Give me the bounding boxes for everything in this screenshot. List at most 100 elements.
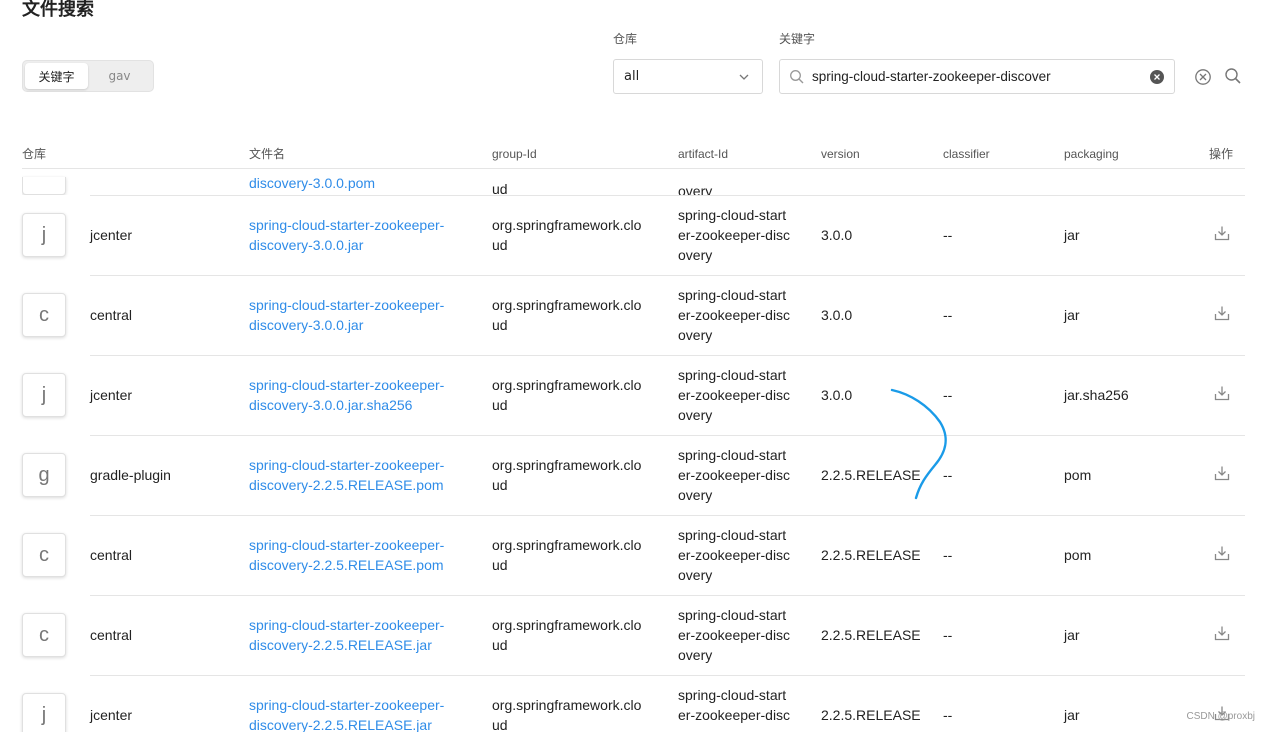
file-link[interactable]: spring-cloud-starter-zookeeper-discovery… bbox=[249, 375, 469, 415]
artifact-id-cell: overy bbox=[678, 182, 713, 195]
results-table: 仓库 文件名 group-Id artifact-Id version clas… bbox=[22, 138, 1245, 732]
download-icon[interactable] bbox=[1213, 304, 1231, 322]
file-name-line: spring-cloud-starter-zookeeper- bbox=[249, 457, 445, 473]
repo-avatar: j bbox=[22, 213, 66, 257]
group-id-cell: org.springframework.clo ud bbox=[492, 595, 678, 676]
version-cell: 2.2.5.RELEASE bbox=[821, 435, 943, 516]
col-header-filename: 文件名 bbox=[249, 138, 492, 169]
mode-gav-button[interactable]: gav bbox=[88, 63, 151, 89]
artifact-id-cell: spring-cloud-start er-zookeeper-disc overy bbox=[678, 435, 821, 516]
packaging-cell: jar bbox=[1064, 275, 1209, 356]
packaging-cell: jar bbox=[1064, 707, 1080, 724]
table-row: c central spring-cloud-starter-zookeeper-d… bbox=[22, 595, 1245, 676]
version-cell: 2.2.5.RELEASE bbox=[821, 515, 943, 596]
group-id-cell: org.springframework.clo ud bbox=[492, 675, 678, 732]
group-id-cell: org.springframework.clo ud bbox=[492, 355, 678, 436]
keyword-label: 关键字 bbox=[779, 32, 816, 46]
artifact-id-cell: spring-cloud-start er-zookeeper-disc overy bbox=[678, 195, 821, 276]
file-link[interactable]: spring-cloud-starter-zookeeper-discovery… bbox=[249, 455, 469, 495]
chevron-down-icon bbox=[739, 74, 749, 80]
clear-circle-icon[interactable] bbox=[1150, 70, 1164, 84]
file-link[interactable]: discovery-3.0.0.pom bbox=[249, 173, 469, 193]
artifact-id-cell: spring-cloud-start er-zookeeper-disc overy bbox=[678, 515, 821, 596]
actions-cell bbox=[1209, 435, 1245, 516]
version-cell: 2.2.5.RELEASE bbox=[821, 707, 921, 724]
clear-x-icon bbox=[1154, 74, 1160, 80]
group-id-line: org.springframework.clo bbox=[492, 537, 642, 553]
classifier-cell: -- bbox=[943, 595, 1064, 676]
group-id-cell: org.springframework.clo ud bbox=[492, 275, 678, 356]
repo-cell: jcenter bbox=[90, 195, 249, 276]
repo-cell: central bbox=[90, 515, 249, 596]
file-name-line: discovery-3.0.0.jar bbox=[249, 237, 364, 253]
file-name-line: discovery-3.0.0.jar bbox=[249, 317, 364, 333]
repo-avatar: j bbox=[22, 373, 66, 417]
actions-cell bbox=[1209, 275, 1245, 356]
version-cell: 3.0.0 bbox=[821, 355, 943, 436]
search-button-icon[interactable] bbox=[1224, 67, 1242, 85]
artifact-id-line: spring-cloud-start bbox=[678, 527, 787, 543]
group-id-line: org.springframework.clo bbox=[492, 457, 642, 473]
file-name-line: discovery-2.2.5.RELEASE.pom bbox=[249, 477, 444, 493]
download-icon[interactable] bbox=[1213, 384, 1231, 402]
repo-avatar: c bbox=[22, 533, 66, 577]
download-icon[interactable] bbox=[1213, 544, 1231, 562]
packaging-cell: jar.sha256 bbox=[1064, 355, 1209, 436]
col-header-artifact-id: artifact-Id bbox=[678, 138, 821, 169]
artifact-id-line: spring-cloud-start bbox=[678, 447, 787, 463]
artifact-id-line: spring-cloud-start bbox=[678, 207, 787, 223]
group-id-line: org.springframework.clo bbox=[492, 217, 642, 233]
artifact-id-line: overy bbox=[678, 487, 713, 503]
repo-cell: gradle-plugin bbox=[90, 435, 249, 516]
packaging-cell: pom bbox=[1064, 435, 1209, 516]
packaging-cell: jar bbox=[1064, 595, 1209, 676]
version-cell: 3.0.0 bbox=[821, 275, 943, 356]
table-row: c central spring-cloud-starter-zookeeper-d… bbox=[22, 515, 1245, 596]
file-link[interactable]: spring-cloud-starter-zookeeper-discovery… bbox=[249, 615, 469, 655]
file-link[interactable]: spring-cloud-starter-zookeeper-discovery… bbox=[249, 695, 469, 732]
file-name-line: spring-cloud-starter-zookeeper- bbox=[249, 617, 445, 633]
search-mode-toggle: 关键字 gav bbox=[22, 60, 154, 92]
group-id-cell: ud bbox=[492, 180, 508, 195]
artifact-id-cell: spring-cloud-start er-zookeeper-disc overy bbox=[678, 275, 821, 356]
file-name-line: spring-cloud-starter-zookeeper- bbox=[249, 697, 445, 714]
file-link[interactable]: spring-cloud-starter-zookeeper-discovery… bbox=[249, 215, 469, 255]
actions-cell bbox=[1209, 515, 1245, 596]
group-id-line: ud bbox=[492, 477, 508, 493]
group-id-line: ud bbox=[492, 317, 508, 333]
repo-avatar: g bbox=[22, 453, 66, 497]
classifier-cell: -- bbox=[943, 275, 1064, 356]
actions-cell bbox=[1209, 675, 1245, 732]
packaging-cell: pom bbox=[1064, 515, 1209, 596]
reset-icon[interactable] bbox=[1194, 68, 1212, 86]
group-id-cell: org.springframework.clo ud bbox=[492, 515, 678, 596]
artifact-id-line: overy bbox=[678, 567, 713, 583]
col-header-actions: 操作 bbox=[1209, 138, 1245, 169]
artifact-id-line: overy bbox=[678, 725, 821, 732]
version-cell: 3.0.0 bbox=[821, 195, 943, 276]
actions-cell bbox=[1209, 355, 1245, 436]
keyword-input[interactable] bbox=[812, 69, 1144, 84]
download-icon[interactable] bbox=[1213, 464, 1231, 482]
col-header-packaging: packaging bbox=[1064, 138, 1209, 169]
repo-avatar: c bbox=[22, 293, 66, 337]
download-icon[interactable] bbox=[1213, 624, 1231, 642]
download-icon[interactable] bbox=[1213, 224, 1231, 242]
group-id-line: org.springframework.clo bbox=[492, 377, 642, 393]
artifact-id-cell: spring-cloud-start er-zookeeper-disc overy bbox=[678, 595, 821, 676]
artifact-id-line: er-zookeeper-disc bbox=[678, 467, 791, 483]
artifact-id-line: overy bbox=[678, 407, 713, 423]
group-id-line: ud bbox=[492, 397, 508, 413]
repo-label: 仓库 bbox=[613, 32, 638, 46]
artifact-id-line: er-zookeeper-disc bbox=[678, 227, 791, 243]
version-cell: 2.2.5.RELEASE bbox=[821, 595, 943, 676]
file-name-line: spring-cloud-starter-zookeeper- bbox=[249, 377, 445, 393]
col-header-group-id: group-Id bbox=[492, 138, 678, 169]
file-link[interactable]: spring-cloud-starter-zookeeper-discovery… bbox=[249, 535, 469, 575]
mode-keyword-button[interactable]: 关键字 bbox=[25, 63, 88, 89]
artifact-id-line: spring-cloud-start bbox=[678, 687, 787, 704]
file-link[interactable]: spring-cloud-starter-zookeeper-discovery… bbox=[249, 295, 469, 335]
group-id-line: ud bbox=[492, 637, 508, 653]
repo-select[interactable]: all bbox=[613, 59, 763, 94]
actions-cell bbox=[1209, 595, 1245, 676]
